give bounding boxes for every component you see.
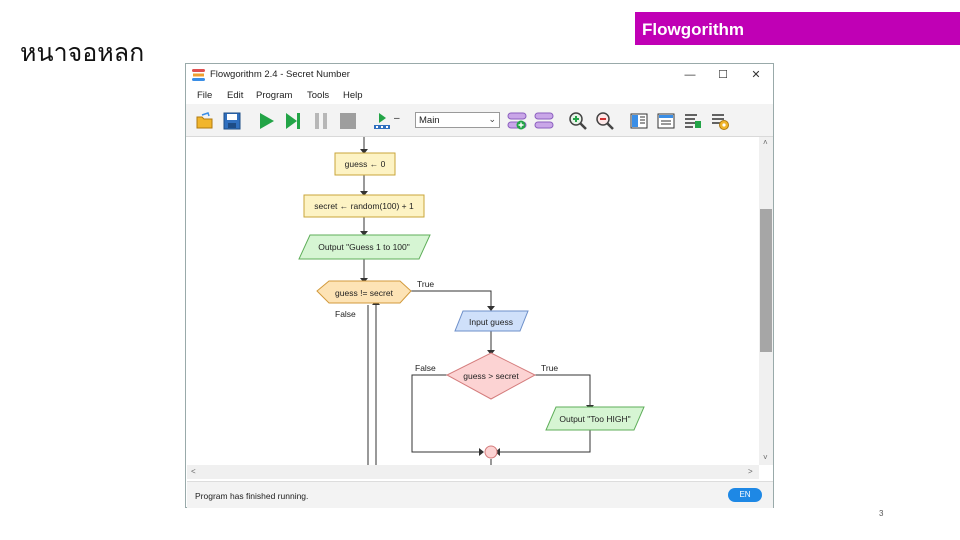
function-select-value: Main: [419, 115, 440, 126]
speed-label: –: [394, 113, 400, 124]
menu-tools[interactable]: Tools: [307, 90, 329, 101]
merge-circle: [484, 445, 498, 459]
run-icon[interactable]: [256, 111, 276, 131]
layout-icon[interactable]: [629, 111, 649, 131]
status-text: Program has finished running.: [195, 491, 309, 501]
open-folder-icon[interactable]: [195, 111, 215, 131]
decision-true-label: True: [541, 363, 558, 373]
assign-guess-label: guess ← 0: [345, 159, 386, 169]
brand-banner: Flowgorithm: [635, 12, 960, 45]
speed-icon[interactable]: [372, 111, 392, 131]
decision-false-label: False: [415, 363, 436, 373]
minimize-button[interactable]: —: [682, 67, 698, 83]
loop-false-label: False: [335, 309, 356, 319]
variable-watch-icon[interactable]: [656, 111, 676, 131]
language-button[interactable]: EN: [728, 488, 762, 502]
status-bar: Program has finished running. EN: [187, 481, 773, 508]
menu-edit[interactable]: Edit: [227, 90, 243, 101]
window-titlebar[interactable]: Flowgorithm 2.4 - Secret Number — ☐ ✕: [186, 64, 773, 87]
settings-icon[interactable]: [710, 111, 730, 131]
menu-file[interactable]: File: [197, 90, 212, 101]
output-guess-label: Output "Guess 1 to 100": [318, 242, 410, 252]
vertical-scroll-thumb[interactable]: [760, 209, 772, 352]
scroll-down-icon[interactable]: ˅: [763, 453, 768, 462]
remove-function-icon[interactable]: [534, 111, 554, 131]
scroll-up-icon[interactable]: ˄: [763, 138, 768, 147]
chevron-down-icon: ⌄: [488, 114, 496, 124]
stop-icon[interactable]: [338, 111, 358, 131]
flowchart-canvas[interactable]: guess ← 0 secret ← random(100) + 1 Outpu…: [187, 137, 759, 465]
flowgorithm-app-icon: [192, 69, 205, 81]
close-button[interactable]: ✕: [748, 67, 764, 83]
toolbar: – Main ⌄: [186, 104, 773, 137]
decision-condition-label: guess > secret: [463, 371, 519, 381]
scroll-right-icon[interactable]: >: [748, 467, 753, 476]
add-function-icon[interactable]: [507, 111, 527, 131]
zoom-in-icon[interactable]: [568, 111, 588, 131]
output-too-high-label: Output "Too HIGH": [559, 414, 630, 424]
console-icon[interactable]: [683, 111, 703, 131]
horizontal-scrollbar[interactable]: < >: [187, 465, 759, 479]
menu-help[interactable]: Help: [343, 90, 363, 101]
pause-icon[interactable]: [311, 111, 331, 131]
menu-bar: File Edit Program Tools Help: [186, 86, 773, 104]
input-guess-label: Input guess: [469, 317, 513, 327]
zoom-out-icon[interactable]: [595, 111, 615, 131]
save-icon[interactable]: [222, 111, 242, 131]
step-icon[interactable]: [283, 111, 303, 131]
page-number: 3: [879, 509, 884, 518]
maximize-button[interactable]: ☐: [715, 67, 731, 83]
menu-program[interactable]: Program: [256, 90, 292, 101]
flowchart-svg: guess ← 0 secret ← random(100) + 1 Outpu…: [298, 137, 645, 465]
assign-secret-label: secret ← random(100) + 1: [314, 201, 414, 211]
window-title: Flowgorithm 2.4 - Secret Number: [210, 69, 350, 80]
app-window: Flowgorithm 2.4 - Secret Number — ☐ ✕ Fi…: [185, 63, 774, 508]
slide-title: หนาจอหลก: [20, 38, 145, 67]
scroll-left-icon[interactable]: <: [191, 467, 196, 476]
loop-condition-label: guess != secret: [335, 288, 394, 298]
function-select[interactable]: Main ⌄: [415, 112, 500, 128]
loop-true-label: True: [417, 279, 434, 289]
vertical-scrollbar[interactable]: ˄ ˅: [759, 137, 773, 465]
brand-label: Flowgorithm: [642, 20, 744, 39]
